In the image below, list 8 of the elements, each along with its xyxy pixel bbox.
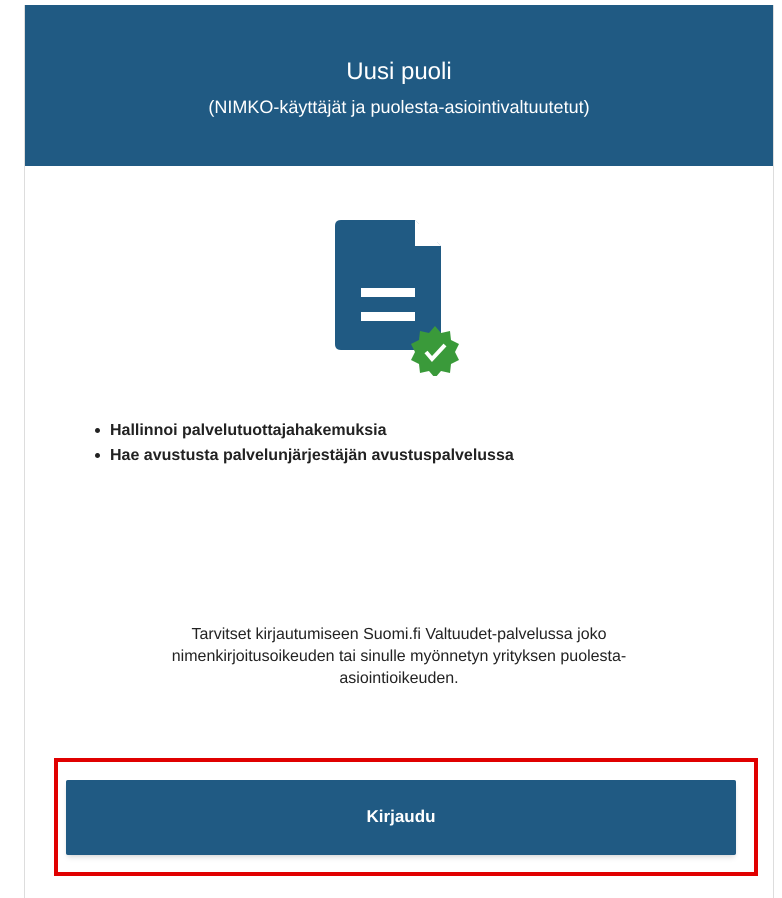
bullet-icon (95, 428, 100, 433)
bullet-icon (95, 453, 100, 458)
card-title: Uusi puoli (346, 57, 452, 87)
feature-item: Hae avustusta palvelunjärjestäjän avustuspalvelussa (110, 446, 514, 466)
card-subtitle: (NIMKO-käyttäjät ja puolesta-asiointivaltuutetut) (208, 96, 590, 119)
feature-item: Hallinnoi palvelutuottajahakemuksia (110, 421, 387, 441)
info-text: Tarvitset kirjautumiseen Suomi.fi Valtuudet-palvelussa joko nimenkirjoitusoikeuden tai sinulle myönnetyn yrityksen puolesta-asiointioikeuden. (170, 625, 628, 689)
login-button[interactable]: Kirjaudu (66, 780, 736, 854)
